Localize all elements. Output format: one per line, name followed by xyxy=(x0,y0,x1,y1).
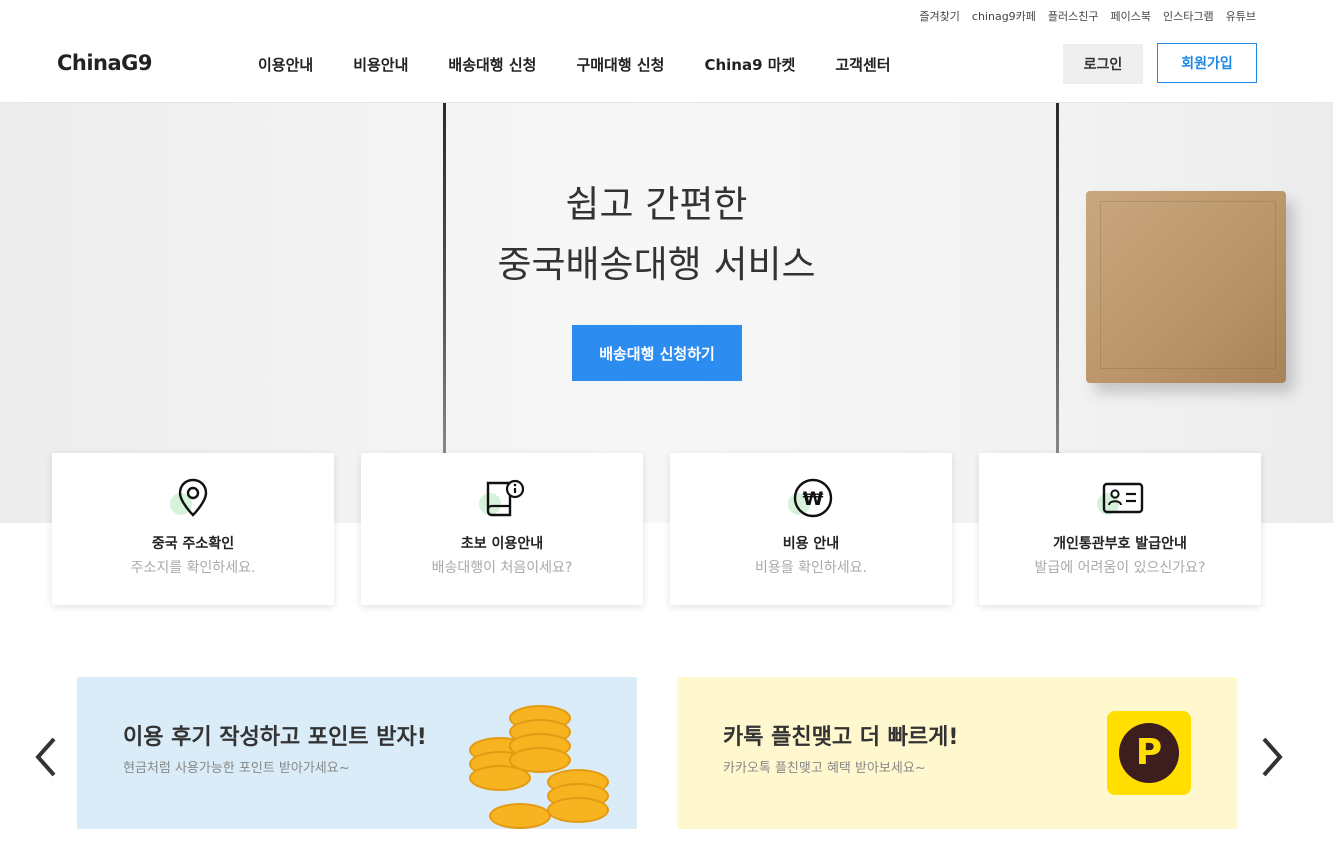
kakao-badge-letter: P xyxy=(1119,723,1179,783)
banner-subtitle: 현금처럼 사용가능한 포인트 받아가세요~ xyxy=(123,761,350,776)
main-nav: 이용안내 비용안내 배송대행 신청 구매대행 신청 China9 마켓 고객센터 xyxy=(258,54,891,75)
card-customs-code[interactable]: 개인통관부호 발급안내 발급에 어려움이 있으신가요? xyxy=(979,453,1261,605)
header: ChinaG9 이용안내 비용안내 배송대행 신청 구매대행 신청 China9… xyxy=(0,30,1333,103)
book-info-icon xyxy=(479,475,525,521)
nav-support[interactable]: 고객센터 xyxy=(835,54,890,75)
card-subtitle: 배송대행이 처음이세요? xyxy=(431,560,573,576)
card-subtitle: 발급에 어려움이 있으신가요? xyxy=(1034,560,1206,576)
card-title: 개인통관부호 발급안내 xyxy=(1053,536,1187,552)
hero-title-line1: 쉽고 간편한 xyxy=(565,183,748,226)
kakao-plusfriend-icon: P xyxy=(1107,711,1191,795)
utility-instagram[interactable]: 인스타그램 xyxy=(1163,8,1214,24)
card-title: 초보 이용안내 xyxy=(460,536,544,552)
logo[interactable]: ChinaG9 xyxy=(57,51,153,75)
prev-arrow-icon[interactable] xyxy=(32,735,62,779)
card-title: 비용 안내 xyxy=(782,536,840,552)
utility-links: 즐겨찾기 chinag9카페 플러스친구 페이스북 인스타그램 유튜브 xyxy=(919,8,1256,24)
login-button[interactable]: 로그인 xyxy=(1063,44,1143,84)
utility-bookmark[interactable]: 즐겨찾기 xyxy=(919,8,959,24)
card-title: 중국 주소확인 xyxy=(151,536,235,552)
won-icon: ₩ xyxy=(788,475,834,521)
card-beginner-guide[interactable]: 초보 이용안내 배송대행이 처음이세요? xyxy=(361,453,643,605)
location-pin-icon xyxy=(170,475,216,521)
nav-cost[interactable]: 비용안내 xyxy=(353,54,408,75)
id-card-icon xyxy=(1097,475,1144,521)
hero-title-line2: 중국배송대행 서비스 xyxy=(497,243,816,286)
kakao-plusfriend-banner[interactable]: 카톡 플친맺고 더 빠르게! 카카오톡 플친맺고 혜택 받아보세요~ P xyxy=(677,677,1237,829)
next-arrow-icon[interactable] xyxy=(1256,735,1286,779)
card-subtitle: 비용을 확인하세요. xyxy=(755,560,867,576)
banner-subtitle: 카카오톡 플친맺고 혜택 받아보세요~ xyxy=(723,761,926,776)
quick-cards: 중국 주소확인 주소지를 확인하세요. 초보 이용안내 배송대행이 처음이세요?… xyxy=(52,453,1261,605)
nav-purchase-request[interactable]: 구매대행 신청 xyxy=(576,54,664,75)
nav-market[interactable]: China9 마켓 xyxy=(704,54,795,75)
nav-guide[interactable]: 이용안내 xyxy=(258,54,313,75)
utility-plusfriend[interactable]: 플러스친구 xyxy=(1048,8,1099,24)
nav-shipping-request[interactable]: 배송대행 신청 xyxy=(448,54,536,75)
review-point-banner[interactable]: 이용 후기 작성하고 포인트 받자! 현금처럼 사용가능한 포인트 받아가세요~ xyxy=(77,677,637,829)
card-subtitle: 주소지를 확인하세요. xyxy=(130,560,256,576)
utility-youtube[interactable]: 유튜브 xyxy=(1226,8,1256,24)
card-address[interactable]: 중국 주소확인 주소지를 확인하세요. xyxy=(52,453,334,605)
card-cost[interactable]: ₩ 비용 안내 비용을 확인하세요. xyxy=(670,453,952,605)
utility-cafe[interactable]: chinag9카페 xyxy=(972,8,1036,24)
banner-title: 카톡 플친맺고 더 빠르게! xyxy=(723,725,959,750)
shipping-request-button[interactable]: 배송대행 신청하기 xyxy=(572,325,742,381)
svg-text:₩: ₩ xyxy=(803,488,824,510)
join-button[interactable]: 회원가입 xyxy=(1157,43,1257,83)
utility-facebook[interactable]: 페이스북 xyxy=(1111,8,1151,24)
banner-title: 이용 후기 작성하고 포인트 받자! xyxy=(123,725,427,750)
